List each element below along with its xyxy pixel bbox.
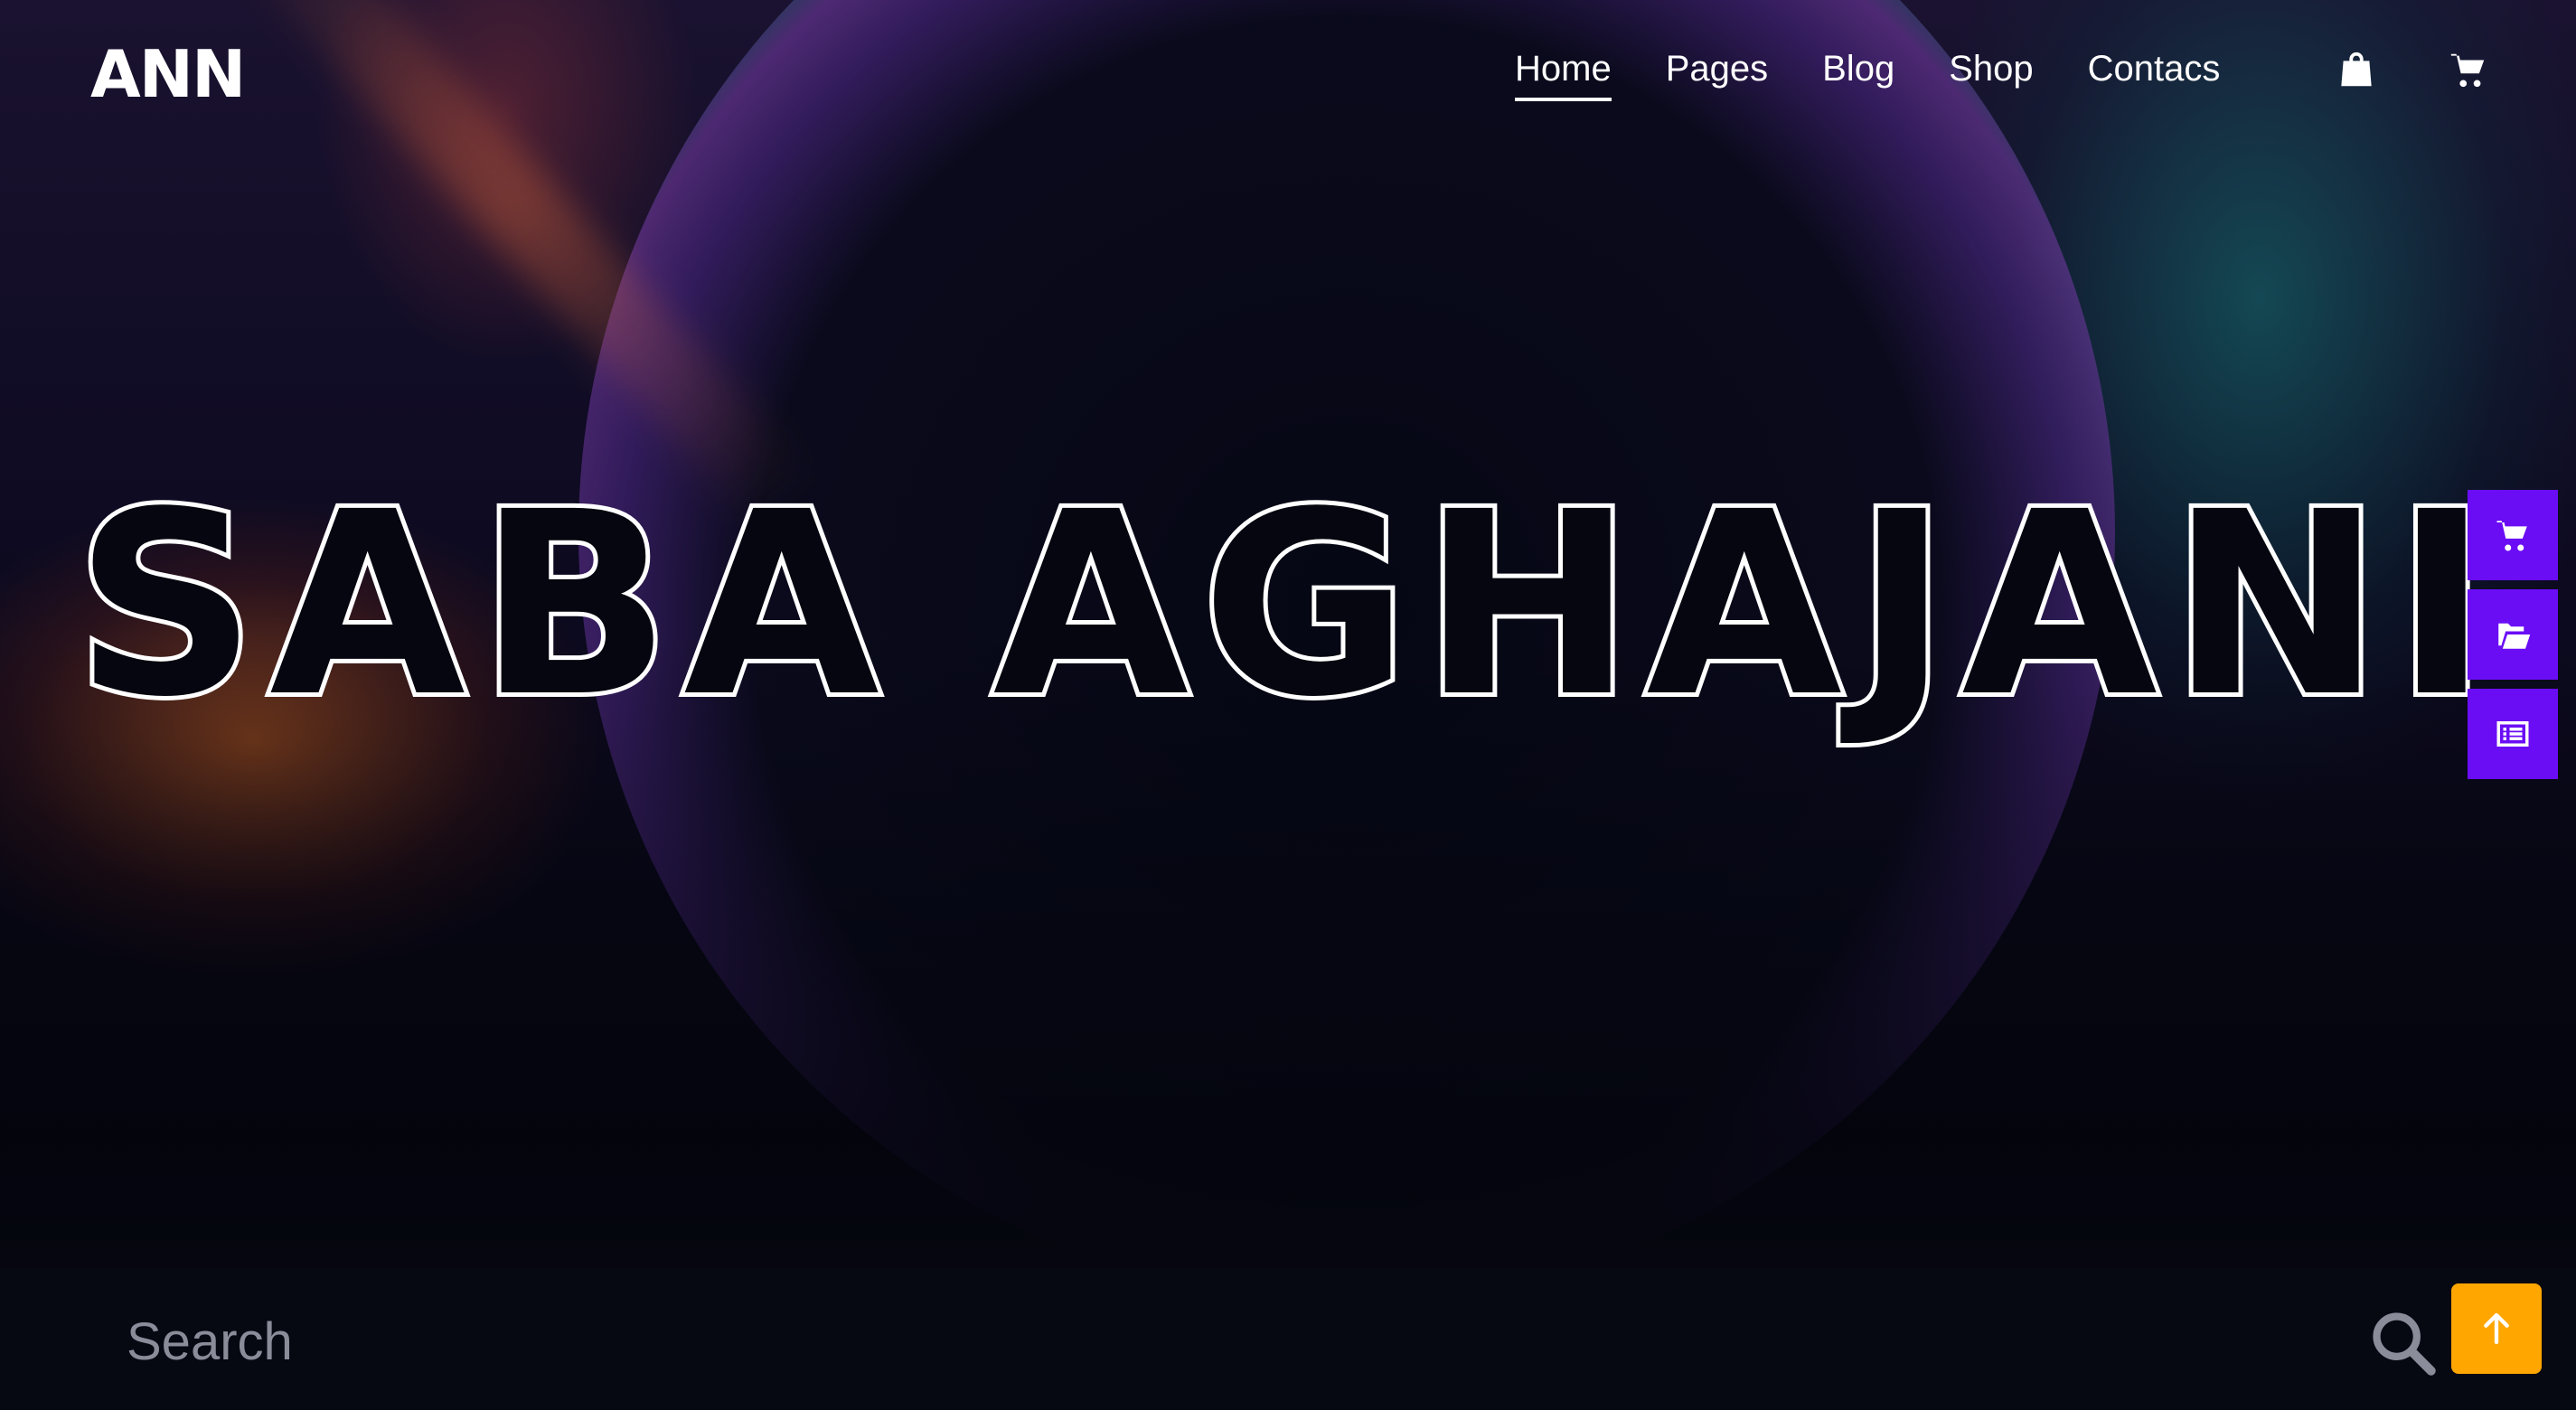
back-to-top-button[interactable] [2451, 1283, 2542, 1374]
search-input[interactable] [127, 1301, 2314, 1382]
arrow-up-icon [2484, 1312, 2509, 1345]
top-navbar: ANN Home Pages Blog Shop Contacs [0, 0, 2576, 145]
nav-blog[interactable]: Blog [1822, 43, 1894, 94]
shopping-bag-icon[interactable] [2336, 49, 2377, 90]
nav-home[interactable]: Home [1515, 43, 1612, 101]
cart-icon [2496, 521, 2527, 551]
nav-shop[interactable]: Shop [1949, 43, 2033, 94]
open-folder-icon [2498, 623, 2531, 649]
nav-contacs[interactable]: Contacs [2088, 43, 2221, 94]
side-list-button[interactable] [2468, 689, 2558, 779]
side-action-stack [2468, 490, 2558, 788]
search-bar [0, 1268, 2576, 1410]
nav-pages[interactable]: Pages [1666, 43, 1768, 94]
side-cart-button[interactable] [2468, 490, 2558, 580]
hero-title: SABA AGHAJANI [71, 458, 2502, 753]
site-logo[interactable]: ANN [90, 42, 246, 107]
search-icon[interactable] [2368, 1308, 2437, 1377]
cart-icon[interactable] [2448, 49, 2489, 90]
main-nav: Home Pages Blog Shop Contacs [1515, 43, 2221, 101]
list-icon [2496, 721, 2529, 747]
side-folder-button[interactable] [2468, 589, 2558, 680]
